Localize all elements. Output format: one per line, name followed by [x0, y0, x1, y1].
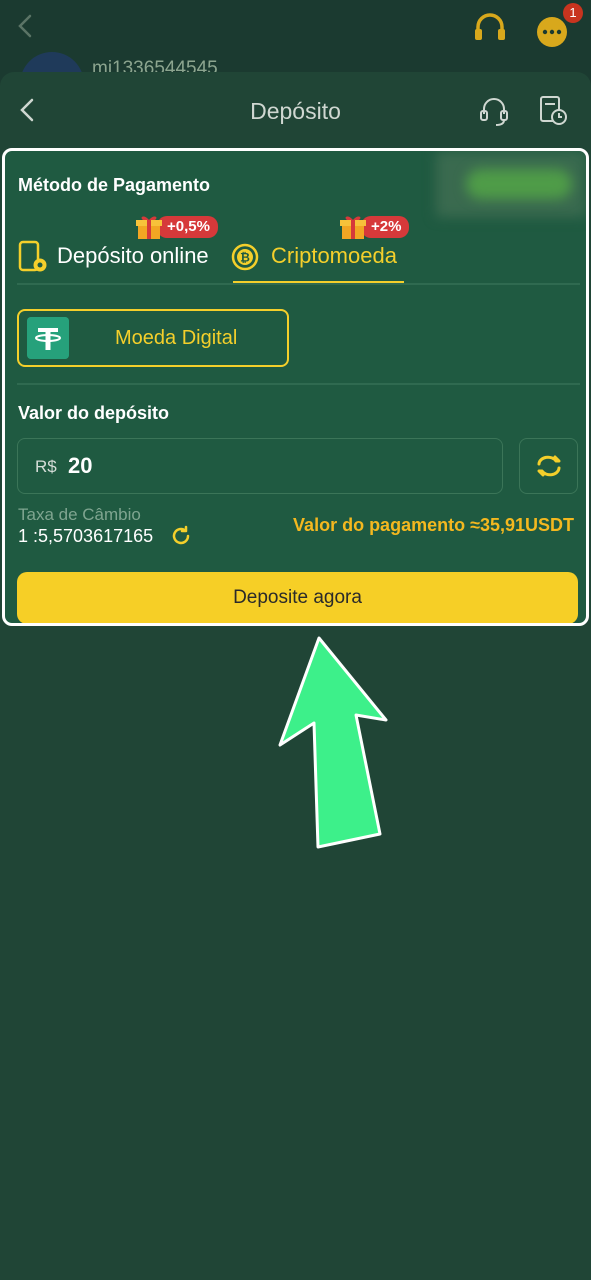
exchange-rate-label: Taxa de Câmbio — [18, 505, 141, 524]
coin-option-moeda-digital[interactable]: Moeda Digital — [17, 309, 289, 367]
swap-currency-button[interactable] — [519, 438, 578, 494]
deposit-now-button[interactable]: Deposite agora — [17, 572, 578, 623]
support-icon[interactable] — [478, 94, 510, 128]
history-icon[interactable] — [538, 94, 568, 126]
amount-value: 20 — [68, 453, 93, 478]
payment-card: Método de Pagamento Depósito online ₿ Cr… — [2, 148, 589, 626]
tab-criptomoeda[interactable]: ₿ Criptomoeda — [231, 231, 406, 287]
svg-text:₿: ₿ — [240, 251, 250, 265]
promo-text: +2% — [361, 216, 410, 238]
exchange-rate-value: 1 :5,5703617165 — [18, 526, 154, 546]
gift-icon — [340, 216, 366, 239]
divider — [17, 283, 580, 285]
promo-text: +0,5% — [157, 216, 218, 238]
amount-input[interactable]: R$ 20 — [17, 438, 503, 494]
payment-method-title: Método de Pagamento — [18, 175, 211, 195]
notification-badge: 1 — [563, 3, 583, 23]
promo-badge-crypto: +2% — [339, 215, 410, 239]
amount-title: Valor do depósito — [18, 403, 170, 423]
blurred-pill — [466, 169, 572, 199]
divider — [17, 383, 580, 385]
coin-option-label: Moeda Digital — [115, 327, 238, 349]
back-icon[interactable] — [14, 12, 38, 40]
swap-icon — [537, 455, 561, 477]
tab-label: Criptomoeda — [271, 243, 397, 268]
tab-label: Depósito online — [57, 243, 209, 268]
pointer-arrow — [278, 636, 388, 849]
payment-value: Valor do pagamento ≈35,91USDT — [293, 515, 574, 535]
promo-badge-online: +0,5% — [135, 215, 218, 239]
gift-icon — [136, 216, 162, 239]
tab-deposito-online[interactable]: Depósito online — [17, 231, 217, 287]
phone-deposit-icon — [18, 240, 47, 272]
tether-icon — [27, 317, 69, 359]
currency-symbol: R$ — [35, 457, 57, 476]
refresh-icon[interactable] — [170, 525, 192, 547]
bitcoin-icon: ₿ — [231, 243, 259, 271]
headset-icon[interactable] — [470, 10, 510, 48]
